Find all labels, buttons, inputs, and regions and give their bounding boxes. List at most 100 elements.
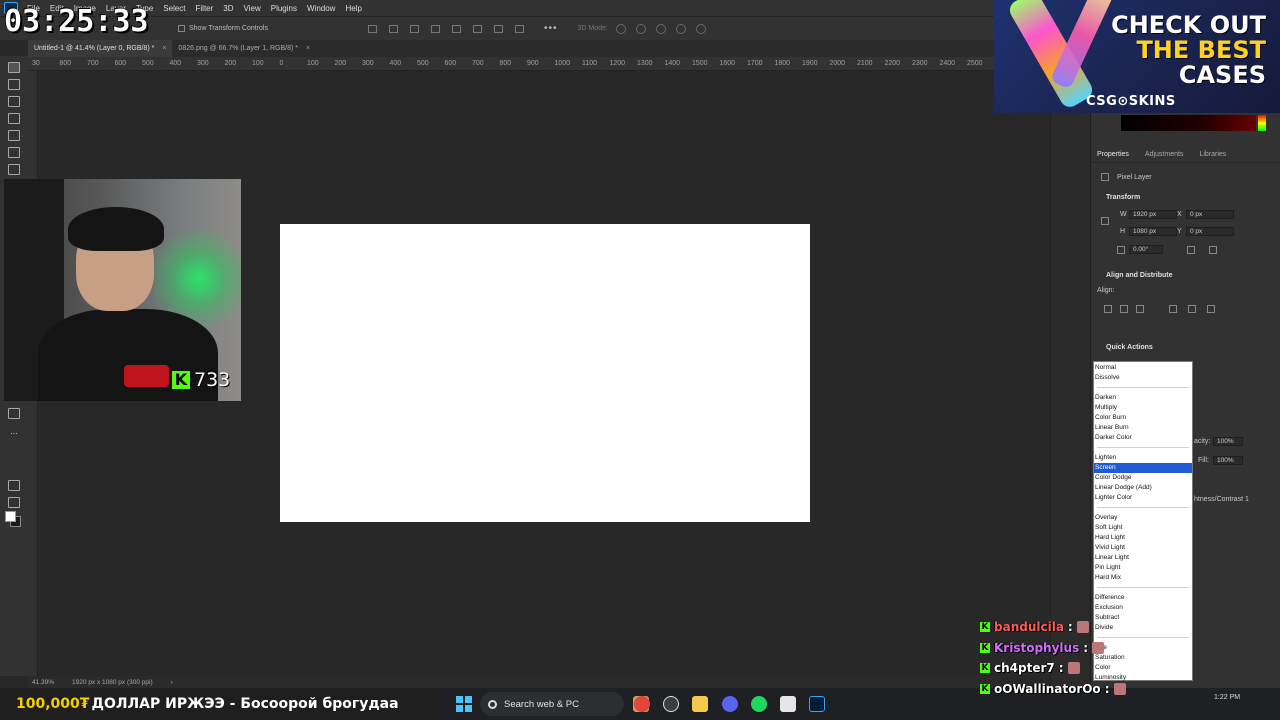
lasso-tool-icon[interactable] <box>8 96 20 107</box>
blend-mode-option-screen[interactable]: Screen <box>1094 463 1192 473</box>
distribute-icon[interactable] <box>430 24 440 33</box>
align-bottom-edges-icon[interactable] <box>1207 305 1215 313</box>
orbit-icon[interactable] <box>615 23 626 34</box>
menu-filter[interactable]: Filter <box>191 4 219 13</box>
blend-mode-option-darker-color[interactable]: Darker Color <box>1094 433 1192 443</box>
file-explorer-icon[interactable] <box>692 696 708 712</box>
marquee-tool-icon[interactable] <box>8 79 20 90</box>
align-center-icon[interactable] <box>388 24 398 33</box>
crop-tool-icon[interactable] <box>8 130 20 141</box>
tab-label: 0826.png @ 66.7% (Layer 1, RGB/8) * <box>178 45 298 52</box>
scale-icon[interactable] <box>695 23 706 34</box>
menu-help[interactable]: Help <box>340 4 366 13</box>
blend-mode-option-overlay[interactable]: Overlay <box>1094 513 1192 523</box>
menu-window[interactable]: Window <box>302 4 340 13</box>
taskbar-search[interactable]: Search web & PC <box>480 692 624 716</box>
tab-properties[interactable]: Properties <box>1097 151 1129 158</box>
blend-mode-option-difference[interactable]: Difference <box>1094 593 1192 603</box>
zoom-level[interactable]: 41.39% <box>32 679 54 686</box>
blend-mode-option-exclusion[interactable]: Exclusion <box>1094 603 1192 613</box>
object-select-tool-icon[interactable] <box>8 113 20 124</box>
align-left-icon[interactable] <box>367 24 377 33</box>
blend-mode-option-lighter-color[interactable]: Lighter Color <box>1094 493 1192 503</box>
blend-mode-option-dissolve[interactable]: Dissolve <box>1094 373 1192 383</box>
more-tools-icon[interactable]: ... <box>8 427 20 439</box>
align-top-edges-icon[interactable] <box>1169 305 1177 313</box>
tab-untitled-1[interactable]: Untitled-1 @ 41.4% (Layer 0, RGB/8) * × <box>28 40 173 57</box>
align-right-icon[interactable] <box>409 24 419 33</box>
angle-field[interactable]: 0.00° <box>1129 245 1163 254</box>
distribute-vertical-icon[interactable] <box>514 24 524 33</box>
menu-3d[interactable]: 3D <box>218 4 238 13</box>
blend-mode-option-multiply[interactable]: Multiply <box>1094 403 1192 413</box>
blend-mode-option-lighten[interactable]: Lighten <box>1094 453 1192 463</box>
ruler-tick-label: 2300 <box>912 60 928 67</box>
quick-actions-header[interactable]: Quick Actions <box>1106 344 1153 351</box>
capcut-icon[interactable] <box>780 696 796 712</box>
spotify-icon[interactable] <box>751 696 767 712</box>
adjustment-layer-name[interactable]: htness/Contrast 1 <box>1194 496 1249 503</box>
frame-tool-icon[interactable] <box>8 147 20 158</box>
blend-mode-option-linear-dodge-add[interactable]: Linear Dodge (Add) <box>1094 483 1192 493</box>
windows-start-icon[interactable] <box>456 696 472 712</box>
tab-libraries[interactable]: Libraries <box>1199 151 1226 158</box>
menu-select[interactable]: Select <box>158 4 190 13</box>
align-horizontal-centers-icon[interactable] <box>1120 305 1128 313</box>
blend-mode-option-hard-light[interactable]: Hard Light <box>1094 533 1192 543</box>
fill-field[interactable]: 100% <box>1213 456 1243 465</box>
status-arrow-icon[interactable]: › <box>171 679 173 686</box>
blend-mode-option-hard-mix[interactable]: Hard Mix <box>1094 573 1192 583</box>
opacity-field[interactable]: 100% <box>1213 437 1243 446</box>
blend-mode-option-linear-burn[interactable]: Linear Burn <box>1094 423 1192 433</box>
hue-slider[interactable] <box>1258 115 1266 131</box>
quick-mask-icon[interactable] <box>8 480 20 491</box>
move-tool-icon[interactable] <box>8 62 20 73</box>
photoshop-taskbar-icon[interactable] <box>809 696 825 712</box>
sponsor-banner[interactable]: CHECK OUT THE BEST CASES CSG⊙SKINS <box>994 0 1280 113</box>
foreground-color-swatch[interactable] <box>5 511 16 522</box>
transform-section-header[interactable]: Transform <box>1106 194 1140 201</box>
menu-plugins[interactable]: Plugins <box>266 4 302 13</box>
eyedropper-tool-icon[interactable] <box>8 164 20 175</box>
blend-mode-option-soft-light[interactable]: Soft Light <box>1094 523 1192 533</box>
chatgpt-icon[interactable] <box>663 696 679 712</box>
align-left-edges-icon[interactable] <box>1104 305 1112 313</box>
align-vertical-centers-icon[interactable] <box>1188 305 1196 313</box>
roll-icon[interactable] <box>635 23 646 34</box>
align-bottom-icon[interactable] <box>493 24 503 33</box>
align-distribute-header[interactable]: Align and Distribute <box>1106 272 1173 279</box>
blend-mode-option-color-dodge[interactable]: Color Dodge <box>1094 473 1192 483</box>
zoom-tool-icon[interactable] <box>8 408 20 419</box>
blend-mode-option-color-burn[interactable]: Color Burn <box>1094 413 1192 423</box>
more-options-button[interactable]: ••• <box>544 23 558 34</box>
screen-mode-icon[interactable] <box>8 497 20 508</box>
y-field[interactable]: 0 px <box>1186 227 1234 236</box>
tab-0826-png[interactable]: 0826.png @ 66.7% (Layer 1, RGB/8) * × <box>172 40 316 57</box>
blend-mode-option-normal[interactable]: Normal <box>1094 363 1192 373</box>
clock[interactable]: 1:22 PM <box>1214 694 1240 701</box>
menu-view[interactable]: View <box>239 4 266 13</box>
blend-mode-option-linear-light[interactable]: Linear Light <box>1094 553 1192 563</box>
discord-icon[interactable] <box>722 696 738 712</box>
show-transform-checkbox[interactable] <box>178 25 185 32</box>
width-field[interactable]: 1920 px <box>1129 210 1177 219</box>
close-icon[interactable]: × <box>306 45 310 52</box>
close-icon[interactable]: × <box>162 45 166 52</box>
height-field[interactable]: 1080 px <box>1129 227 1177 236</box>
flip-vertical-icon[interactable] <box>1209 246 1217 254</box>
align-middle-icon[interactable] <box>472 24 482 33</box>
x-field[interactable]: 0 px <box>1186 210 1234 219</box>
color-picker-field[interactable] <box>1121 115 1256 131</box>
tab-adjustments[interactable]: Adjustments <box>1145 151 1184 158</box>
align-right-edges-icon[interactable] <box>1136 305 1144 313</box>
pan-icon[interactable] <box>655 23 666 34</box>
blend-mode-option-pin-light[interactable]: Pin Light <box>1094 563 1192 573</box>
blend-mode-option-vivid-light[interactable]: Vivid Light <box>1094 543 1192 553</box>
chrome-icon[interactable] <box>634 696 650 712</box>
blend-mode-option-darken[interactable]: Darken <box>1094 393 1192 403</box>
link-icon[interactable] <box>1101 217 1109 225</box>
slide-icon[interactable] <box>675 23 686 34</box>
document-canvas[interactable] <box>280 224 810 522</box>
flip-horizontal-icon[interactable] <box>1187 246 1195 254</box>
align-top-icon[interactable] <box>451 24 461 33</box>
